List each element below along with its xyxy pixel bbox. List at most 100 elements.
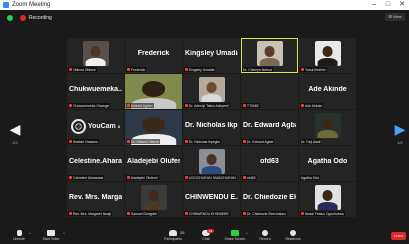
record-circle-icon xyxy=(262,230,268,236)
participant-display-name: Aladejebi Olufemi xyxy=(127,158,180,165)
chat-unread-badge: 19 xyxy=(207,229,214,233)
participant-name-label: Dr. Adeniyi Taiwo Adeyemi xyxy=(189,103,229,108)
participant-name-tag: ofd63 xyxy=(242,175,257,180)
video-options-chevron-icon[interactable]: ^ xyxy=(63,231,65,236)
security-shield-icon[interactable] xyxy=(7,15,13,21)
participant-head xyxy=(90,46,101,58)
participant-name-tag: Dr. Deji Aladi xyxy=(300,139,322,144)
record-button[interactable]: Record xyxy=(250,230,280,243)
participant-head xyxy=(141,81,166,97)
mic-muted-icon xyxy=(69,139,72,144)
participant-tile[interactable]: Dr. Deji Aladi xyxy=(299,110,356,145)
chat-button[interactable]: Chat xyxy=(191,230,221,243)
mic-muted-icon xyxy=(69,67,72,72)
participants-count: 35 xyxy=(180,230,185,235)
participant-tile[interactable]: Celestine.Ahara... Celestine Aharanwa xyxy=(67,146,124,181)
participant-tile[interactable]: Dr. Edward Agbai Dr. Edward Agbai xyxy=(241,110,298,145)
youcam-logo: YouCam 8 xyxy=(71,115,120,137)
share-options-chevron-icon[interactable]: ^ xyxy=(246,231,248,236)
participant-tile[interactable]: Agatha Odo Agatha Odo xyxy=(299,146,356,181)
participant-name-tag: Nnadi Festus Ogochukwu xyxy=(300,211,345,216)
participant-video xyxy=(140,185,167,210)
mic-muted-icon xyxy=(185,211,188,216)
participant-tile[interactable]: Nnadi Festus Ogochukwu xyxy=(299,182,356,217)
participant-name-label: Dr. Deji Aladi xyxy=(301,139,321,144)
participant-tile[interactable]: Dr. Chineye Ikebua xyxy=(241,38,298,73)
participant-tile[interactable]: UGOCHUKWU NWACHUKWU xyxy=(183,146,240,181)
title-bar: Zoom Meeting – □ ✕ xyxy=(0,0,409,10)
participant-tile[interactable]: Dr. Adeniyi Taiwo Adeyemi xyxy=(183,74,240,109)
mic-muted-icon xyxy=(69,103,72,108)
participant-name-tag: Dr. Adeniyi Taiwo Adeyemi xyxy=(184,103,230,108)
start-video-button[interactable]: Start Video xyxy=(36,230,66,243)
participant-name-label: Aladejebi Olufemi xyxy=(131,175,158,180)
participant-tile[interactable]: ofd63 ofd63 xyxy=(241,146,298,181)
camera-lens-icon xyxy=(71,118,86,134)
participant-name-tag: Dr. Chineye Ikebua xyxy=(242,67,273,72)
participant-name-label: Rev. Mrs. Margaret Nwaji xyxy=(73,211,111,216)
participant-name-tag: Frederick xyxy=(126,67,147,72)
participant-tile[interactable]: Kelechi Agbim xyxy=(125,74,182,109)
participant-display-name: CHINWENDU E... xyxy=(185,194,238,201)
leave-button[interactable]: Leave xyxy=(391,232,406,240)
mic-muted-icon xyxy=(185,139,188,144)
participant-tile[interactable]: Dr. Obinna Obinze xyxy=(125,110,182,145)
participant-video xyxy=(256,41,283,66)
reactions-button[interactable]: Reactions xyxy=(278,230,308,243)
participant-tile[interactable]: Frederick Frederick xyxy=(125,38,182,73)
video-camera-off-icon xyxy=(47,230,55,236)
participant-display-name: Rev. Mrs. Marga... xyxy=(69,194,122,201)
participant-video xyxy=(314,185,341,210)
participant-tile[interactable]: CHINWENDU E... CHINWENDU EHIEMERE xyxy=(183,182,240,217)
participant-name-tag: Rev. Mrs. Margaret Nwaji xyxy=(68,211,112,216)
participant-torso xyxy=(259,58,280,66)
close-icon[interactable]: ✕ xyxy=(395,0,409,10)
participant-name-tag: Dr. Chiedozie Ekechukwu xyxy=(242,211,287,216)
participant-video xyxy=(198,149,225,174)
view-button[interactable]: ⊞ View xyxy=(385,13,405,21)
participant-head xyxy=(206,154,217,166)
smiley-face-icon xyxy=(290,230,296,236)
mic-muted-icon xyxy=(243,211,246,216)
participant-tile[interactable]: Obinna Obinze xyxy=(67,38,124,73)
mic-muted-icon xyxy=(301,67,304,72)
participant-torso xyxy=(317,130,338,138)
recording-dot-icon xyxy=(20,15,26,21)
youcam-logo-version: 8 xyxy=(117,123,120,129)
participant-tile[interactable]: Dr. Chiedozie Ek... Dr. Chiedozie Ekechuk… xyxy=(241,182,298,217)
participant-tile[interactable]: Samuel Dongoke xyxy=(125,182,182,217)
participant-display-name: Ade Akinde xyxy=(308,86,347,93)
participant-tile[interactable]: Chukwuemeka... Chukwuemeka Onwuge xyxy=(67,74,124,109)
prev-page-arrow-icon[interactable]: ◀ xyxy=(8,118,22,140)
maximize-icon[interactable]: □ xyxy=(381,0,395,10)
participant-name-tag: Aladejebi Olufemi xyxy=(126,175,159,180)
participant-tile[interactable]: Kingsley Umadia Kingsley Umadia xyxy=(183,38,240,73)
participant-tile[interactable]: Yusuf Ibrahim xyxy=(299,38,356,73)
participant-tile[interactable]: Aladejebi Olufemi Aladejebi Olufemi xyxy=(125,146,182,181)
participant-name-tag: Obinna Obinze xyxy=(68,67,97,72)
participant-name-label: Dr. Nicholas Ikpegbu xyxy=(189,139,221,144)
participant-torso xyxy=(201,94,222,102)
meeting-status-bar xyxy=(0,10,409,30)
participant-name-label: Kelechi Agbim xyxy=(131,103,153,108)
mic-muted-icon xyxy=(127,67,130,72)
participant-name-tag: Agatha Odo xyxy=(300,175,321,180)
participant-tile[interactable]: YouCam 8 Ibrahim Nasamu xyxy=(67,110,124,145)
participant-tile[interactable]: TT0082 xyxy=(241,74,298,109)
participant-tile[interactable]: Rev. Mrs. Marga... Rev. Mrs. Margaret Nwa… xyxy=(67,182,124,217)
audio-options-chevron-icon[interactable]: ^ xyxy=(29,231,31,236)
participant-display-name: Kingsley Umadia xyxy=(185,50,238,57)
mic-muted-icon xyxy=(243,103,246,108)
meeting-toolbar: Unmute ^ Start Video ^ Participants 35 C… xyxy=(0,229,409,244)
participant-tile[interactable]: Ade Akinde Ade Akinde xyxy=(299,74,356,109)
participant-display-name: Dr. Nicholas Ikp... xyxy=(185,122,238,129)
participant-name-label: Obinna Obinze xyxy=(73,67,96,72)
mic-muted-icon xyxy=(185,67,188,72)
participant-name-label: Celestine Aharanwa xyxy=(73,175,104,180)
minimize-icon[interactable]: – xyxy=(367,0,381,10)
participant-name-tag: UGOCHUKWU NWACHUKWU xyxy=(184,175,237,180)
next-page-arrow-icon[interactable]: ▶ xyxy=(393,118,407,140)
participant-name-tag: Celestine Aharanwa xyxy=(68,175,105,180)
participant-tile[interactable]: Dr. Nicholas Ikp... Dr. Nicholas Ikpegbu xyxy=(183,110,240,145)
participant-video xyxy=(314,113,341,138)
